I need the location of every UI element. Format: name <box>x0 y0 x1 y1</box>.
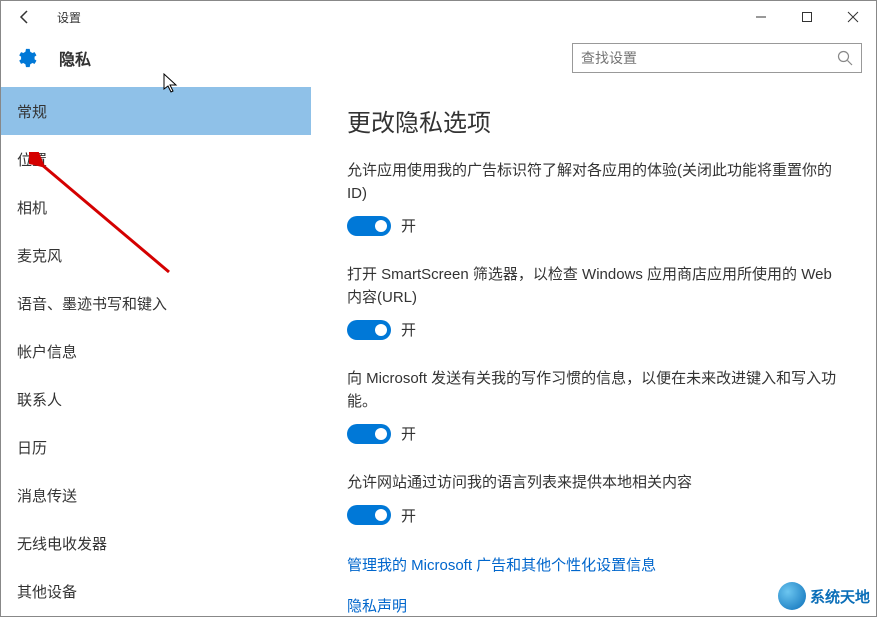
sidebar-item-9[interactable]: 无线电收发器 <box>1 519 311 567</box>
close-button[interactable] <box>830 1 876 33</box>
watermark: 系统天地 <box>778 582 870 610</box>
sidebar-item-label: 日历 <box>17 437 47 458</box>
close-icon <box>847 11 859 23</box>
sidebar: 常规位置相机麦克风语音、墨迹书写和键入帐户信息联系人日历消息传送无线电收发器其他… <box>1 83 311 616</box>
maximize-icon <box>801 11 813 23</box>
watermark-text: 系统天地 <box>810 586 870 607</box>
toggle-state-label: 开 <box>401 505 416 526</box>
toggle-switch[interactable] <box>347 424 391 444</box>
privacy-option-3: 允许网站通过访问我的语言列表来提供本地相关内容开 <box>347 472 848 526</box>
gear-icon <box>15 47 37 69</box>
sidebar-item-6[interactable]: 联系人 <box>1 375 311 423</box>
sidebar-item-label: 消息传送 <box>17 485 77 506</box>
sidebar-item-label: 帐户信息 <box>17 341 77 362</box>
sidebar-item-label: 相机 <box>17 197 47 218</box>
titlebar: 设置 <box>1 1 876 33</box>
option-description: 允许应用使用我的广告标识符了解对各应用的体验(关闭此功能将重置你的 ID) <box>347 160 848 205</box>
arrow-left-icon <box>17 9 33 25</box>
sidebar-item-7[interactable]: 日历 <box>1 423 311 471</box>
privacy-option-0: 允许应用使用我的广告标识符了解对各应用的体验(关闭此功能将重置你的 ID) 开 <box>347 160 848 236</box>
sidebar-item-10[interactable]: 其他设备 <box>1 567 311 615</box>
toggle-state-label: 开 <box>401 319 416 340</box>
sidebar-item-label: 常规 <box>17 101 47 122</box>
maximize-button[interactable] <box>784 1 830 33</box>
search-box[interactable] <box>572 43 862 73</box>
sidebar-item-0[interactable]: 常规 <box>1 87 311 135</box>
sidebar-item-label: 位置 <box>17 149 47 170</box>
search-icon <box>837 50 853 66</box>
back-button[interactable] <box>1 1 49 33</box>
toggle-switch[interactable] <box>347 505 391 525</box>
toggle-switch[interactable] <box>347 216 391 236</box>
toggle-switch[interactable] <box>347 320 391 340</box>
privacy-option-2: 向 Microsoft 发送有关我的写作习惯的信息，以便在未来改进键入和写入功能… <box>347 368 848 444</box>
toggle-state-label: 开 <box>401 423 416 444</box>
link-manage-ads[interactable]: 管理我的 Microsoft 广告和其他个性化设置信息 <box>347 554 848 575</box>
sidebar-item-2[interactable]: 相机 <box>1 183 311 231</box>
sidebar-item-5[interactable]: 帐户信息 <box>1 327 311 375</box>
main-title: 更改隐私选项 <box>347 103 848 138</box>
main-panel: 更改隐私选项 允许应用使用我的广告标识符了解对各应用的体验(关闭此功能将重置你的… <box>311 83 876 616</box>
sidebar-item-4[interactable]: 语音、墨迹书写和键入 <box>1 279 311 327</box>
sidebar-item-1[interactable]: 位置 <box>1 135 311 183</box>
sidebar-item-3[interactable]: 麦克风 <box>1 231 311 279</box>
minimize-button[interactable] <box>738 1 784 33</box>
search-input[interactable] <box>581 50 837 66</box>
minimize-icon <box>755 11 767 23</box>
sidebar-item-label: 麦克风 <box>17 245 62 266</box>
window-title: 设置 <box>49 9 81 26</box>
sidebar-item-label: 语音、墨迹书写和键入 <box>17 293 167 314</box>
page-title: 隐私 <box>59 46 91 70</box>
sidebar-item-label: 其他设备 <box>17 581 77 602</box>
option-description: 向 Microsoft 发送有关我的写作习惯的信息，以便在未来改进键入和写入功能… <box>347 368 848 413</box>
option-description: 允许网站通过访问我的语言列表来提供本地相关内容 <box>347 472 848 495</box>
header: 隐私 <box>1 33 876 83</box>
globe-icon <box>778 582 806 610</box>
sidebar-item-8[interactable]: 消息传送 <box>1 471 311 519</box>
sidebar-item-label: 无线电收发器 <box>17 533 107 554</box>
toggle-state-label: 开 <box>401 215 416 236</box>
sidebar-item-label: 联系人 <box>17 389 62 410</box>
link-privacy-statement[interactable]: 隐私声明 <box>347 595 848 616</box>
option-description: 打开 SmartScreen 筛选器，以检查 Windows 应用商店应用所使用… <box>347 264 848 309</box>
privacy-option-1: 打开 SmartScreen 筛选器，以检查 Windows 应用商店应用所使用… <box>347 264 848 340</box>
